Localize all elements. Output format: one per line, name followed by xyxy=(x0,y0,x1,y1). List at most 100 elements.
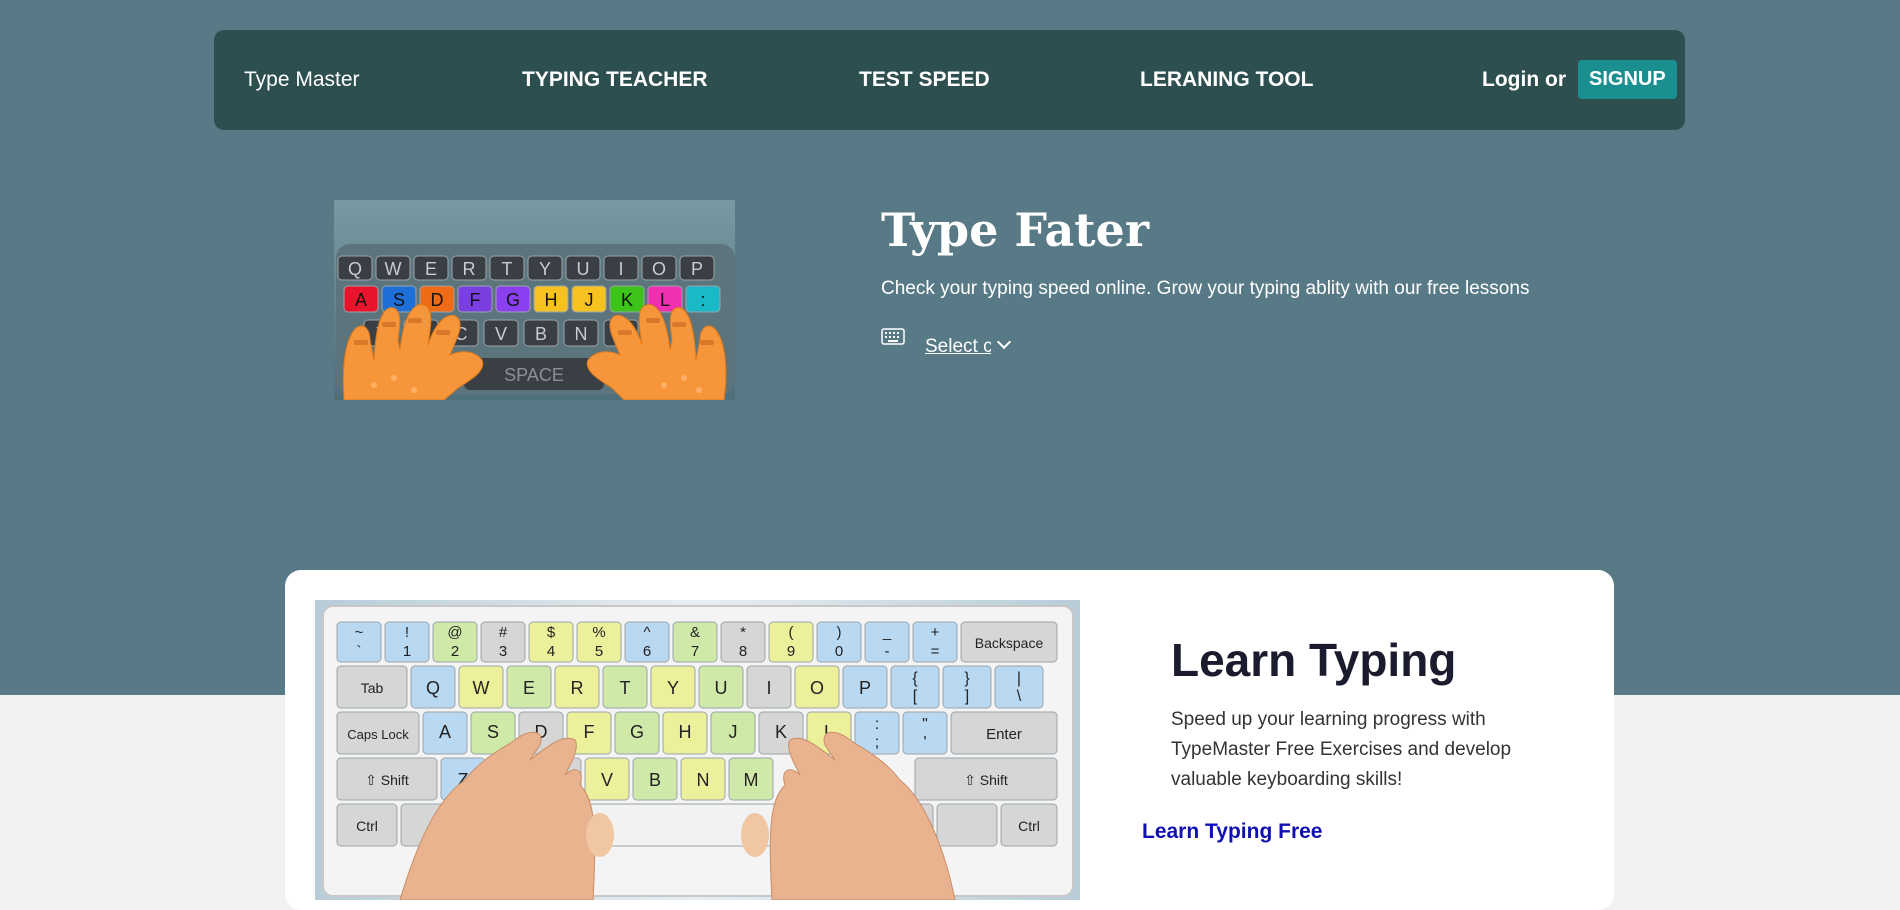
hero-key-y: Y xyxy=(527,255,563,281)
svg-text:I: I xyxy=(618,259,623,279)
svg-text:}: } xyxy=(964,670,970,687)
hero-key-r: R xyxy=(451,255,487,281)
svg-text:4: 4 xyxy=(547,643,555,660)
svg-text:': ' xyxy=(923,734,926,751)
svg-text:5: 5 xyxy=(595,643,603,660)
hero-key-u: U xyxy=(565,255,601,281)
navbar: Type Master TYPING TEACHER TEST SPEED LE… xyxy=(214,30,1685,130)
svg-text:H: H xyxy=(679,722,692,742)
key-caps-lock: Caps Lock xyxy=(336,711,420,755)
key-3: #3 xyxy=(480,621,526,663)
learn-typing-card: ~ `! 1 @2 #3 $4% 5 ^ 6 & 7 * 8(9) 0 _ - + = Backspace Tab Q W… xyxy=(285,570,1614,910)
hero-key-n: N xyxy=(563,319,599,347)
nav-link-test-speed[interactable]: TEST SPEED xyxy=(859,30,990,130)
key-1: !1 xyxy=(384,621,430,663)
login-link[interactable]: Login xyxy=(1482,30,1539,130)
hero-key-t: T xyxy=(489,255,525,281)
hero-key-g: G xyxy=(495,285,531,313)
nav-link-typing-teacher[interactable]: TYPING TEACHER xyxy=(522,30,708,130)
signup-button[interactable]: SIGNUP xyxy=(1578,60,1677,99)
key-y: Y xyxy=(650,665,696,709)
key-ctrl-left: Ctrl xyxy=(336,803,398,847)
key-=: += xyxy=(912,621,958,663)
language-select-label: Select c xyxy=(925,336,991,357)
svg-text:6: 6 xyxy=(643,643,651,660)
hero-key-j: J xyxy=(571,285,607,313)
svg-text:A: A xyxy=(355,290,367,310)
key-bracket-0: {[ xyxy=(890,665,940,709)
key-m: M xyxy=(728,757,774,801)
key-p: P xyxy=(842,665,888,709)
svg-text:`: ` xyxy=(357,643,362,660)
svg-text:P: P xyxy=(859,678,871,698)
hero-subtitle: Check your typing speed online. Grow you… xyxy=(881,278,1530,299)
hero-key-q: Q xyxy=(337,255,373,281)
key-4: $4 xyxy=(528,621,574,663)
key-v: V xyxy=(584,757,630,801)
key-bracket-1: }] xyxy=(942,665,992,709)
nav-link-learning-tool[interactable]: LERANING TOOL xyxy=(1140,30,1313,130)
key-tab: Tab xyxy=(336,665,408,709)
language-select[interactable]: Select c xyxy=(925,334,1012,358)
key-0: )0 xyxy=(816,621,862,663)
hero-key-k: K xyxy=(609,285,645,313)
svg-text:I: I xyxy=(766,678,771,698)
key--: _- xyxy=(864,621,910,663)
svg-text:N: N xyxy=(697,770,710,790)
svg-text:Enter: Enter xyxy=(986,726,1022,743)
hero-key-i: I xyxy=(603,255,639,281)
svg-text:|: | xyxy=(1017,670,1021,687)
key-i: I xyxy=(746,665,792,709)
svg-text:9: 9 xyxy=(787,643,795,660)
svg-text:%: % xyxy=(592,624,605,641)
learn-typing-free-link[interactable]: Learn Typing Free xyxy=(1142,820,1322,844)
key-r: R xyxy=(554,665,600,709)
key-ctrl-right: Ctrl xyxy=(1000,803,1058,847)
key-9: (9 xyxy=(768,621,814,663)
key-7: &7 xyxy=(672,621,718,663)
svg-text:Q: Q xyxy=(426,678,440,698)
svg-text:;: ; xyxy=(875,734,879,751)
svg-text:G: G xyxy=(630,722,644,742)
key-o: O xyxy=(794,665,840,709)
chevron-down-icon xyxy=(996,334,1012,350)
svg-text:U: U xyxy=(577,259,590,279)
key-8: *8 xyxy=(720,621,766,663)
svg-text:⇧ Shift: ⇧ Shift xyxy=(964,772,1008,788)
svg-text:*: * xyxy=(740,624,746,641)
svg-text:K: K xyxy=(775,722,787,742)
space-key-label: SPACE xyxy=(504,365,564,385)
svg-text:^: ^ xyxy=(643,624,650,641)
key-n: N xyxy=(680,757,726,801)
brand-logo[interactable]: Type Master xyxy=(244,30,360,130)
keyboard-illustration: ~`!1@2#3$4%5^6&7*8(9)0_-+= BackspaceTab Q W… xyxy=(315,600,1080,900)
svg-text:W: W xyxy=(473,678,490,698)
card-description: Speed up your learning progress with Typ… xyxy=(1171,709,1512,790)
svg-text:): ) xyxy=(837,624,842,641)
hero-key-e: E xyxy=(413,255,449,281)
hero-key-f: F xyxy=(457,285,493,313)
svg-text:⇧ Shift: ⇧ Shift xyxy=(365,772,409,788)
svg-text:U: U xyxy=(715,678,728,698)
svg-text::: : xyxy=(700,290,705,310)
svg-text:1: 1 xyxy=(403,643,411,660)
hero-key-w: W xyxy=(375,255,411,281)
key-w: W xyxy=(458,665,504,709)
svg-text:O: O xyxy=(810,678,824,698)
key-shift-left: ⇧ Shift xyxy=(336,757,438,801)
svg-text::: : xyxy=(875,716,879,733)
svg-text:R: R xyxy=(463,259,476,279)
hero-key-b: B xyxy=(523,319,559,347)
svg-text:Ctrl: Ctrl xyxy=(356,818,378,834)
svg-text:&: & xyxy=(690,624,700,641)
svg-text:": " xyxy=(922,716,928,733)
svg-text:B: B xyxy=(649,770,661,790)
key-u: U xyxy=(698,665,744,709)
key-t: T xyxy=(602,665,648,709)
svg-text:]: ] xyxy=(965,688,969,705)
svg-text:M: M xyxy=(744,770,759,790)
svg-text:7: 7 xyxy=(691,643,699,660)
svg-text:A: A xyxy=(439,722,451,742)
hero-key-p: P xyxy=(679,255,715,281)
svg-text:V: V xyxy=(495,324,507,344)
